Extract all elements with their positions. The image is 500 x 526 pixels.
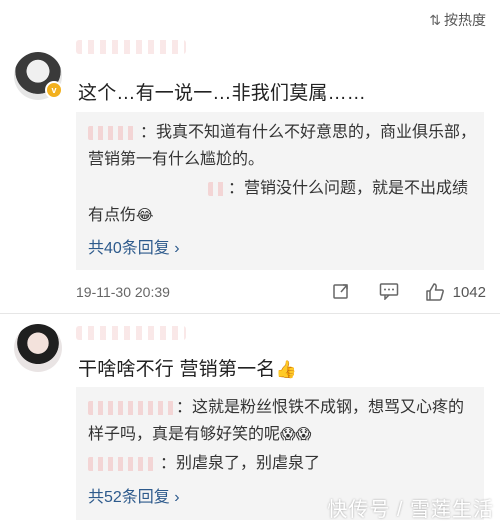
comment-text: 这个…有一说一…非我们莫属…… [78, 83, 367, 104]
share-icon[interactable] [332, 282, 350, 305]
reply-item[interactable]: ：别虐泉了，别虐泉了 [88, 450, 478, 477]
reply-username[interactable] [88, 400, 174, 415]
comment-text-content: 干啥啥不行 营销第一名 [78, 359, 276, 380]
thumbs-up-emoji: 👍 [275, 360, 297, 379]
replies-box[interactable]: ：我真不知道有什么不好意思的，商业俱乐部，营销第一有什么尴尬的。 ：营销没什么问… [76, 112, 484, 270]
reply-username[interactable] [208, 181, 226, 196]
reply-emoji: 😱😱 [280, 426, 312, 443]
sort-by-popularity-button[interactable]: ⇅ 按热度 [429, 10, 486, 30]
reply-text: 别虐泉了，别虐泉了 [176, 455, 321, 472]
reply-emoji: 😂 [136, 207, 154, 224]
sort-label: 按热度 [444, 12, 486, 28]
comment-icon[interactable] [379, 282, 399, 305]
reply-username[interactable] [88, 456, 158, 471]
reply-item[interactable]: ：营销没什么问题，就是不出成绩有点伤😂 [88, 175, 478, 229]
divider [0, 313, 500, 314]
reply-item[interactable]: ：我真不知道有什么不好意思的，商业俱乐部，营销第一有什么尴尬的。 [88, 119, 478, 173]
avatar[interactable] [14, 324, 62, 372]
verified-badge-icon: v [45, 81, 63, 99]
more-replies-link[interactable]: 共40条回复 › [88, 234, 180, 258]
like-count: 1042 [452, 284, 486, 301]
comment-time: 19-11-30 20:39 [76, 284, 170, 300]
username[interactable] [76, 40, 186, 54]
reply-username[interactable] [88, 125, 138, 140]
watermark: 快传号 / 雪莲生活 [327, 499, 494, 521]
reply-item[interactable]: ：这就是粉丝恨铁不成钢，想骂又心疼的样子吗，真是有够好笑的呢😱😱 [88, 394, 478, 448]
username[interactable] [76, 326, 186, 340]
like-icon[interactable] [425, 282, 445, 307]
reply-text: 我真不知道有什么不好意思的，商业俱乐部，营销第一有什么尴尬的。 [88, 124, 477, 168]
comment-meta: 19-11-30 20:39 1042 [76, 282, 486, 302]
sort-icon: ⇅ [429, 11, 441, 28]
comment-text: 干啥啥不行 营销第一名👍 [78, 354, 297, 381]
more-replies-link[interactable]: 共52条回复 › [88, 483, 180, 507]
